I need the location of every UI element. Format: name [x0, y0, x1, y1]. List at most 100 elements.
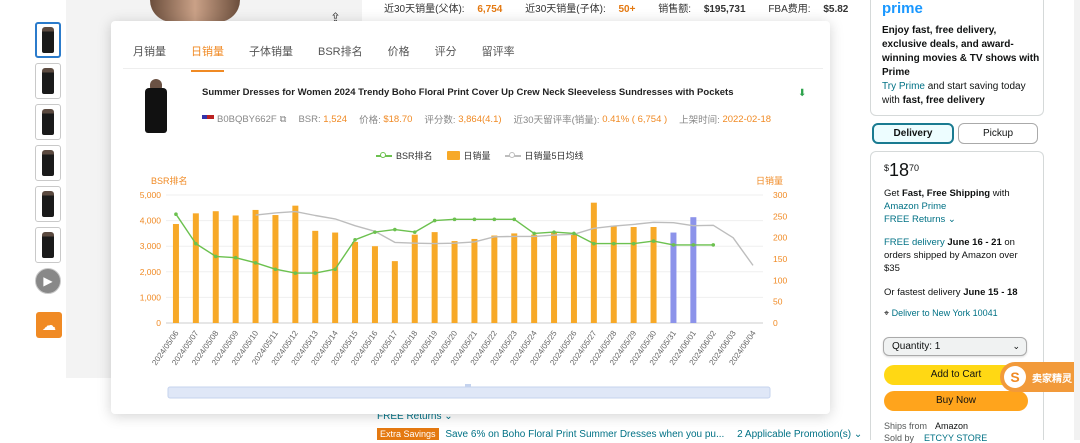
bsr-point	[572, 231, 576, 236]
bsr-point	[333, 267, 337, 272]
bsr-point	[233, 255, 238, 260]
range-slider	[167, 386, 771, 399]
thumbnail-strip: ▶	[35, 22, 63, 302]
stat-fba-fee: FBA费用: $5.82	[768, 4, 849, 15]
daily-sales-bar	[570, 234, 577, 323]
daily-sales-bar	[590, 202, 597, 323]
right-axis-label: 日销量	[756, 175, 783, 186]
bsr-point	[552, 230, 556, 234]
right-tick-label: 100	[773, 275, 787, 285]
video-play-icon[interactable]: ▶	[35, 268, 61, 294]
extra-savings-badge: Extra Savings	[377, 428, 439, 440]
daily-sales-bar	[312, 230, 319, 323]
fast-free-shipping: Get Fast, Free Shipping with Amazon Prime…	[884, 188, 1010, 225]
left-tick-label: 1,000	[140, 292, 162, 302]
stat-parent-sales: 近30天销量(父体): 6,754	[384, 4, 503, 15]
extra-savings-row: Extra Savings Save 6% on Boho Floral Pri…	[377, 428, 862, 440]
tab-delivery[interactable]: Delivery	[872, 123, 954, 144]
range-slider-handle	[465, 384, 471, 387]
fastest-delivery-text: Or fastest delivery June 15 - 18	[884, 287, 1018, 298]
applicable-promotions-link[interactable]: 2 Applicable Promotion(s) ⌄	[737, 429, 862, 440]
download-images-icon[interactable]: ☁	[36, 312, 62, 338]
daily-sales-bar	[391, 261, 398, 323]
right-tick-label: 150	[773, 254, 787, 264]
bsr-point	[452, 217, 457, 222]
quantity-select[interactable]: Quantity: 1 ⌄	[883, 337, 1027, 356]
daily-sales-bar	[352, 241, 359, 323]
bsr-point	[313, 271, 318, 275]
daily-sales-bar	[630, 227, 637, 323]
seller-link[interactable]: ETCYY STORE	[924, 433, 987, 443]
try-prime-link[interactable]: Try Prime	[882, 81, 925, 92]
sales-chart: 5,000 4,000 3,000 2,000 1,000 0 300 250 200 150 10…	[140, 175, 787, 399]
bsr-point	[393, 227, 397, 232]
daily-sales-bar	[511, 233, 518, 323]
bsr-point	[592, 241, 596, 246]
daily-sales-bar	[411, 234, 418, 323]
extra-savings-text[interactable]: Save 6% on Boho Floral Print Summer Dres…	[445, 429, 724, 440]
page-scrollbar[interactable]	[1074, 0, 1080, 440]
price: $1870	[884, 160, 920, 180]
ships-from: Ships from Amazon	[884, 421, 969, 431]
thumbnail-2[interactable]	[35, 63, 61, 99]
thumbnail-6[interactable]	[35, 227, 61, 263]
bsr-point	[194, 241, 198, 246]
left-axis-label: BSR排名	[151, 175, 188, 186]
chevron-down-icon: ⌄	[1012, 341, 1020, 351]
sales-chart-modal: 月销量 日销量 子体销量 BSR排名 价格 评分 留评率 Summer Dresses fo…	[111, 21, 830, 414]
daily-sales-bar	[292, 205, 299, 323]
bsr-point	[651, 239, 656, 243]
deliver-to-link[interactable]: ⌖ Deliver to New York 10041	[884, 307, 1034, 320]
left-tick-label: 0	[156, 318, 161, 328]
thumbnail-3[interactable]	[35, 104, 61, 140]
buy-now-button[interactable]: Buy Now	[884, 391, 1028, 411]
bsr-point	[432, 218, 437, 223]
daily-sales-bar	[332, 232, 339, 323]
daily-sales-bar	[252, 209, 259, 323]
bsr-point	[711, 243, 716, 247]
daily-sales-bar	[172, 224, 179, 323]
bsr-point	[293, 271, 298, 275]
bsr-point	[532, 231, 536, 236]
sold-by: Sold by ETCYY STORE	[884, 433, 988, 443]
amazon-prime-link[interactable]: Amazon Prime	[884, 201, 946, 212]
bsr-point	[213, 254, 218, 259]
daily-sales-bar	[192, 213, 199, 323]
tab-pickup[interactable]: Pickup	[958, 123, 1038, 144]
daily-sales-bar	[451, 241, 458, 323]
left-tick-label: 5,000	[140, 190, 162, 200]
seller-sprite-plugin-button[interactable]: S 卖家精灵	[1000, 362, 1080, 392]
bsr-point	[412, 230, 417, 234]
daily-sales-bar	[610, 225, 617, 323]
bsr-point	[691, 243, 696, 247]
free-delivery-text: FREE delivery June 16 - 21 on orders shi…	[884, 237, 1018, 274]
free-returns-buybox-link[interactable]: FREE Returns ⌄	[884, 214, 956, 225]
left-tick-label: 2,000	[140, 267, 162, 277]
bsr-point	[631, 241, 636, 246]
daily-sales-bar	[690, 217, 697, 323]
daily-sales-bar	[551, 232, 558, 323]
right-tick-label: 250	[773, 211, 787, 221]
location-pin-icon: ⌖	[884, 308, 890, 318]
bsr-point	[353, 238, 357, 242]
prime-logo: prime	[882, 0, 923, 17]
thumbnail-4[interactable]	[35, 145, 61, 181]
thumbnail-5[interactable]	[35, 186, 61, 222]
bsr-point	[273, 267, 278, 272]
daily-sales-bar	[531, 234, 538, 323]
right-tick-label: 0	[773, 318, 778, 328]
right-tick-label: 200	[773, 233, 787, 243]
daily-sales-bar	[232, 215, 239, 323]
bsr-point	[472, 217, 477, 222]
bsr-point	[671, 243, 676, 247]
left-tick-label: 3,000	[140, 241, 162, 251]
thumbnail-1[interactable]	[35, 22, 61, 58]
stat-child-sales: 近30天销量(子体): 50+	[525, 4, 636, 15]
daily-sales-bar	[491, 235, 498, 323]
main-image	[150, 0, 240, 22]
prime-promo: Enjoy fast, free delivery, exclusive dea…	[882, 25, 1040, 106]
daily-sales-bar	[371, 246, 378, 323]
bsr-point	[512, 217, 517, 222]
sales-stats-row: 近30天销量(父体): 6,754 近30天销量(子体): 50+ 销售额: $…	[384, 0, 868, 15]
left-tick-label: 4,000	[140, 216, 162, 226]
